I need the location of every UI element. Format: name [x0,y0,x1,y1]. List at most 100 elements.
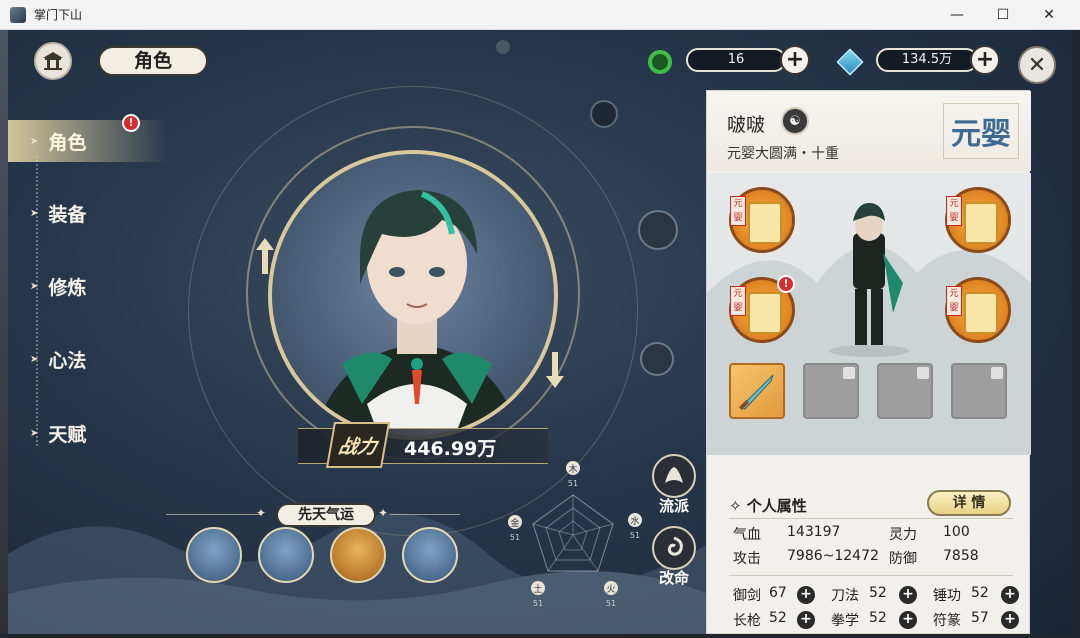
add-jade-button[interactable]: + [780,45,810,75]
skill-value-spear: 52 [769,610,787,626]
radar-axis-wood: 木 [568,463,577,475]
skill-label-hammer: 锤功 [933,588,961,604]
manual-book-icon [748,292,782,334]
radar-axis-earth: 土 [533,583,542,595]
skill-value-sword: 67 [769,585,787,601]
nav-item-equipment[interactable]: ➤ 装备 [8,192,168,234]
equip-grade-tag: 元婴 [946,196,962,226]
nav-role-alert-badge: ! [122,114,140,132]
maximize-button[interactable]: ☐ [980,0,1026,30]
lock-icon [917,367,929,379]
weapon-slot-sword[interactable] [729,363,785,419]
weapon-slot-locked-2[interactable] [877,363,933,419]
nav-item-mental-method[interactable]: ➤ 心法 [8,338,168,380]
attr-value-spirit: 100 [943,524,970,540]
orbit-planet-small-icon [640,342,674,376]
skill-label-spear: 长枪 [733,613,761,629]
fortune-divider-left [166,514,262,515]
fortune-avatar-4[interactable] [402,527,458,583]
fortune-divider-right [390,514,460,515]
manual-book-icon [964,202,998,244]
pavilion-icon [43,52,63,70]
manual-book-icon [964,292,998,334]
lock-icon [843,367,855,379]
change-fate-button[interactable] [652,526,696,570]
sect-home-button[interactable] [34,42,72,80]
attr-label-spirit: 灵力 [889,527,917,543]
combat-power-label: 战力 [325,422,391,468]
skill-label-sword: 御剑 [733,588,761,604]
skill-value-hammer: 52 [971,585,989,601]
radar-value-fire: 51 [606,599,616,608]
fortune-avatar-1[interactable] [186,527,242,583]
nav-arrow-icon: ➤ [30,280,39,292]
portrait-arrow-right-icon [546,352,564,388]
skill-value-talisman: 57 [971,610,989,626]
skill-upgrade-spear-button[interactable]: + [797,611,815,629]
skill-upgrade-blade-button[interactable]: + [899,586,917,604]
nav-item-label: 天赋 [48,423,87,446]
sparkle-icon: ✧ [729,497,747,515]
fortune-avatar-3[interactable] [330,527,386,583]
radar-value-wood: 51 [568,479,578,488]
skill-upgrade-hammer-button[interactable]: + [1001,586,1019,604]
character-name: 啵啵 [727,114,766,136]
lock-icon [991,367,1003,379]
app-icon [10,6,26,23]
radar-axis-fire: 火 [606,584,615,595]
skill-value-fist: 52 [869,610,887,626]
nav-item-talent[interactable]: ➤ 天赋 [8,412,168,454]
equip-slot-bottom-right[interactable]: 元婴 [945,277,1011,343]
attr-label-hp: 气血 [733,527,761,543]
faction-button[interactable] [652,454,696,498]
nav-arrow-icon: ➤ [30,207,39,219]
radar-axis-water: 水 [630,515,639,527]
skill-upgrade-fist-button[interactable]: + [899,611,917,629]
cultivation-realm: 元婴大圆满・十重 [727,146,839,162]
bottom-background-strip [0,634,1080,638]
left-background-strip [0,30,8,638]
attr-value-hp: 143197 [787,524,841,540]
weapon-slot-locked-3[interactable] [951,363,1007,419]
game-viewport: 角色 16 + 134.5万 + ✕ ➤ 角色 ! ➤ 装备 ➤ 修炼 ➤ 心法… [8,30,1072,634]
orbit-moon-icon [590,100,618,128]
nav-item-label: 装备 [48,203,87,226]
attribute-details-button[interactable]: 详 情 [927,490,1011,516]
minimize-button[interactable]: — [934,0,980,30]
add-crystal-button[interactable]: + [970,45,1000,75]
nav-item-role[interactable]: ➤ 角色 [8,120,168,162]
nav-item-cultivation[interactable]: ➤ 修炼 [8,265,168,307]
element-radar-chart: 木 51 水 51 火 51 土 51 金 51 [508,461,642,608]
attr-label-attack: 攻击 [733,551,761,567]
close-panel-button[interactable]: ✕ [1018,46,1056,84]
skill-label-blade: 刀法 [831,588,859,604]
skill-upgrade-sword-button[interactable]: + [797,586,815,604]
page-title: 角色 [98,46,208,76]
attr-value-defense: 7858 [943,548,979,564]
attributes-title: ✧ 个人属性 [729,495,807,516]
nav-arrow-icon: ➤ [30,353,39,365]
window-close-button[interactable]: ✕ [1026,0,1072,30]
window-titlebar: 掌门下山 — ☐ ✕ [0,0,1080,30]
attributes-title-text: 个人属性 [746,497,807,515]
weapon-slot-locked-1[interactable] [803,363,859,419]
equip-slot-top-right[interactable]: 元婴 [945,187,1011,253]
fortune-title: 先天气运 [276,503,376,527]
equip-grade-tag: 元婴 [946,286,962,316]
portrait-arrow-left-icon [256,238,274,274]
nav-arrow-icon: ➤ [30,427,39,439]
equip-slot-top-left[interactable]: 元婴 [729,187,795,253]
resource-crystal-value: 134.5万 [876,48,978,72]
skill-value-blade: 52 [869,585,887,601]
radar-grid [532,494,614,572]
sword-icon [739,374,774,410]
character-portrait[interactable] [268,150,558,440]
fortune-avatar-2[interactable] [258,527,314,583]
sect-emblem-icon[interactable]: ☯ [781,107,809,135]
radar-value-metal: 51 [510,533,520,542]
nav-item-label: 心法 [48,349,87,372]
faction-icon [665,467,683,483]
skill-upgrade-talisman-button[interactable]: + [1001,611,1019,629]
radar-value-earth: 51 [533,599,543,608]
sparkle-icon: ✦ [378,506,389,520]
